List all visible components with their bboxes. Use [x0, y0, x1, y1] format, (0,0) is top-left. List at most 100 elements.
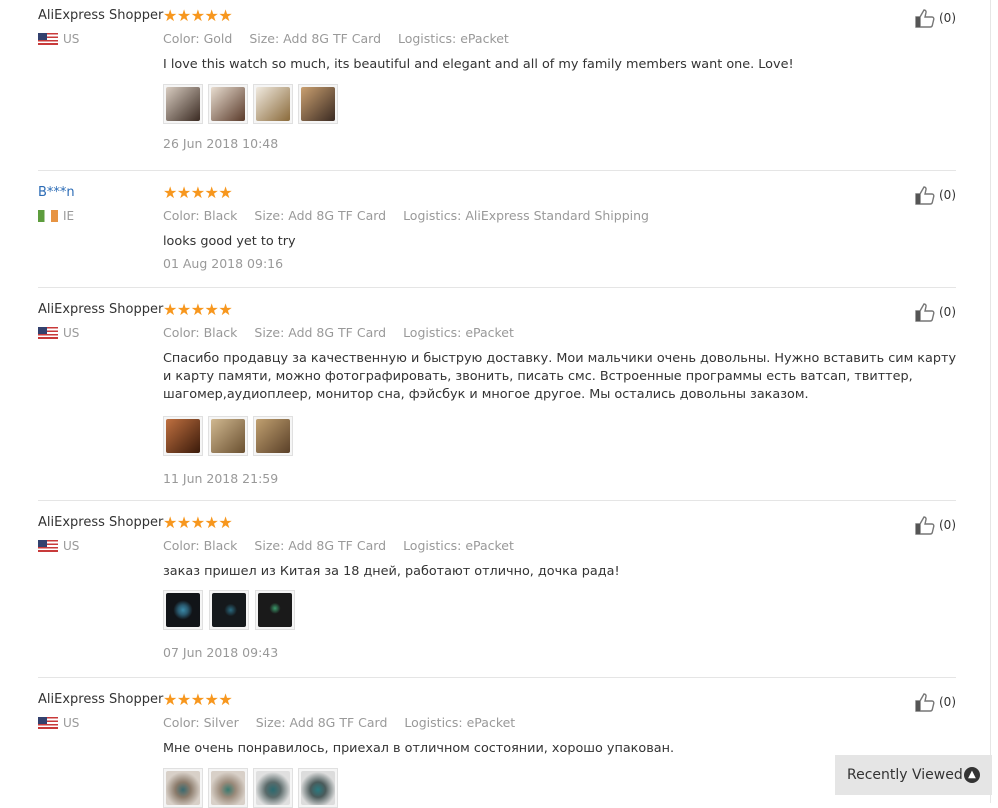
- photo-image: [166, 771, 200, 805]
- photo-image: [258, 593, 292, 627]
- star-rating: ★★★★★: [163, 300, 233, 319]
- review-body: ★★★★★ Color: Black Size: Add 8G TF Card …: [163, 515, 883, 660]
- reviewer-name: AliExpress Shopper: [38, 515, 164, 530]
- review-photos: [163, 84, 883, 124]
- ie-flag-icon: [38, 210, 58, 222]
- review-photo-thumbnail[interactable]: [163, 590, 203, 630]
- review-photo-thumbnail[interactable]: [163, 84, 203, 124]
- review-text: Спасибо продавцу за качественную и быстр…: [163, 351, 957, 402]
- review-photo-thumbnail[interactable]: [253, 768, 293, 808]
- photo-image: [256, 87, 290, 121]
- helpful-count: (0): [939, 11, 956, 25]
- thumbs-up-icon: [915, 9, 935, 28]
- reviewer-name: AliExpress Shopper: [38, 692, 164, 707]
- review-body: ★★★★★ Color: Black Size: Add 8G TF Card …: [163, 185, 883, 271]
- attr-logistics: Logistics: ePacket: [403, 325, 514, 340]
- review-photo-thumbnail[interactable]: [208, 416, 248, 456]
- attr-logistics: Logistics: ePacket: [397, 31, 509, 46]
- helpful-count: (0): [939, 305, 956, 319]
- review-photo-thumbnail[interactable]: [298, 84, 338, 124]
- photo-image: [211, 87, 245, 121]
- review-text: Мне очень понравилось, приехал в отлично…: [163, 741, 675, 756]
- attr-size: Size: Add 8G TF Card: [254, 538, 387, 553]
- helpful-button[interactable]: (0): [914, 8, 956, 28]
- review-photos: [163, 590, 883, 630]
- photo-image: [211, 771, 245, 805]
- us-flag-icon: [38, 540, 58, 552]
- review-date: 11 Jun 2018 21:59: [163, 471, 279, 486]
- reviewer-country: US: [38, 538, 163, 554]
- recently-viewed-label: Recently Viewed: [847, 767, 963, 783]
- helpful-button[interactable]: (0): [914, 515, 956, 535]
- review-photos: [163, 768, 883, 808]
- us-flag-icon: [38, 717, 58, 729]
- review-body: ★★★★★ Color: Gold Size: Add 8G TF Card L…: [163, 8, 883, 151]
- reviewer-name: AliExpress Shopper: [38, 8, 164, 23]
- photo-image: [301, 771, 335, 805]
- star-rating: ★★★★★: [163, 183, 233, 202]
- reviewer-name: AliExpress Shopper: [38, 302, 164, 317]
- thumbs-up-icon: [915, 303, 935, 322]
- reviewer-name[interactable]: B***n: [38, 185, 163, 201]
- reviewer-info: AliExpress Shopper US: [38, 302, 163, 341]
- review-body: ★★★★★ Color: Black Size: Add 8G TF Card …: [163, 300, 956, 486]
- reviewer-country: IE: [38, 208, 163, 224]
- thumbs-up-icon: [915, 516, 935, 535]
- review-date: 07 Jun 2018 09:43: [163, 645, 279, 660]
- recently-viewed-toggle[interactable]: Recently Viewed ▲: [835, 755, 992, 795]
- reviewer-info: AliExpress Shopper US: [38, 692, 163, 731]
- us-flag-icon: [38, 33, 58, 45]
- review-photo-thumbnail[interactable]: [253, 416, 293, 456]
- attr-size: Size: Add 8G TF Card: [249, 31, 381, 46]
- review-photo-thumbnail[interactable]: [163, 416, 203, 456]
- helpful-button[interactable]: (0): [914, 692, 956, 712]
- page-right-border: [990, 0, 991, 803]
- country-code: IE: [63, 209, 75, 223]
- attr-color: Color: Black: [163, 538, 238, 553]
- review-body: ★★★★★ Color: Silver Size: Add 8G TF Card…: [163, 692, 883, 808]
- review-photo-thumbnail[interactable]: [255, 590, 295, 630]
- review-date: 01 Aug 2018 09:16: [163, 256, 284, 271]
- product-attributes: Color: Gold Size: Add 8G TF Card Logisti…: [163, 32, 883, 46]
- review-item: AliExpress Shopper US ★★★★★ Color: Black…: [38, 515, 956, 678]
- attr-color: Color: Silver: [163, 715, 239, 730]
- country-code: US: [63, 326, 80, 340]
- review-photo-thumbnail[interactable]: [208, 84, 248, 124]
- review-photo-thumbnail[interactable]: [209, 590, 249, 630]
- thumbs-up-icon: [915, 693, 935, 712]
- helpful-button[interactable]: (0): [914, 302, 956, 322]
- thumbs-up-icon: [915, 186, 935, 205]
- star-rating: ★★★★★: [163, 6, 233, 25]
- attr-logistics: Logistics: AliExpress Standard Shipping: [403, 208, 649, 223]
- photo-image: [166, 593, 200, 627]
- attr-color: Color: Black: [163, 325, 238, 340]
- attr-logistics: Logistics: ePacket: [403, 538, 514, 553]
- country-code: US: [63, 539, 80, 553]
- reviewer-info: B***n IE: [38, 185, 163, 224]
- review-text: заказ пришел из Китая за 18 дней, работа…: [163, 564, 620, 579]
- country-code: US: [63, 716, 80, 730]
- photo-image: [301, 87, 335, 121]
- helpful-count: (0): [939, 188, 956, 202]
- helpful-button[interactable]: (0): [914, 185, 956, 205]
- photo-image: [166, 87, 200, 121]
- review-photo-thumbnail[interactable]: [253, 84, 293, 124]
- reviewer-country: US: [38, 31, 163, 47]
- us-flag-icon: [38, 327, 58, 339]
- chevron-up-icon: ▲: [964, 767, 980, 783]
- reviewer-info: AliExpress Shopper US: [38, 515, 163, 554]
- photo-image: [212, 593, 246, 627]
- reviewer-country: US: [38, 325, 163, 341]
- review-item: AliExpress Shopper US ★★★★★ Color: Silve…: [38, 692, 956, 808]
- review-item: AliExpress Shopper US ★★★★★ Color: Black…: [38, 302, 956, 501]
- photo-image: [211, 419, 245, 453]
- review-text: I love this watch so much, its beautiful…: [163, 57, 794, 72]
- review-photo-thumbnail[interactable]: [208, 768, 248, 808]
- review-photos: [163, 416, 883, 456]
- helpful-count: (0): [939, 518, 956, 532]
- review-item: AliExpress Shopper US ★★★★★ Color: Gold …: [38, 8, 956, 171]
- product-attributes: Color: Black Size: Add 8G TF Card Logist…: [163, 539, 883, 553]
- review-photo-thumbnail[interactable]: [298, 768, 338, 808]
- review-photo-thumbnail[interactable]: [163, 768, 203, 808]
- reviewer-country: US: [38, 715, 163, 731]
